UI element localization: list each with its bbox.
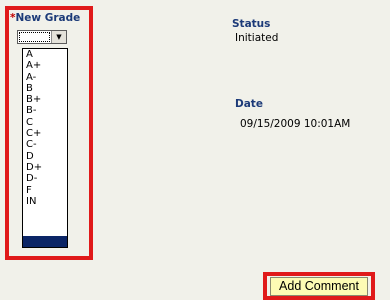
chevron-down-icon[interactable]: ▼ xyxy=(51,31,66,43)
dropdown-highlighted-option[interactable] xyxy=(23,236,67,247)
date-value: 09/15/2009 10:01AM xyxy=(240,118,351,130)
new-grade-select[interactable]: ▼ xyxy=(17,30,67,44)
grade-option[interactable]: A+ xyxy=(23,60,67,71)
grade-option[interactable]: B- xyxy=(23,105,67,116)
grade-option[interactable]: IN xyxy=(23,196,67,207)
add-comment-button[interactable]: Add Comment xyxy=(270,277,368,296)
grade-option[interactable]: F xyxy=(23,185,67,196)
new-grade-dropdown-list[interactable]: A A+ A- B B+ B- C C+ C- D D+ D- F IN xyxy=(22,48,68,248)
grade-option[interactable]: A xyxy=(23,49,67,60)
grade-option[interactable]: C xyxy=(23,117,67,128)
status-value: Initiated xyxy=(235,32,279,44)
new-grade-label: *New Grade xyxy=(10,12,80,24)
grade-option[interactable]: A- xyxy=(23,72,67,83)
grade-option[interactable]: D+ xyxy=(23,162,67,173)
status-label: Status xyxy=(232,18,271,30)
new-grade-current-value xyxy=(19,32,50,42)
grade-option[interactable]: C- xyxy=(23,139,67,150)
grade-option[interactable]: D- xyxy=(23,173,67,184)
date-label: Date xyxy=(235,98,263,110)
grade-option[interactable]: D xyxy=(23,151,67,162)
grade-option[interactable]: B+ xyxy=(23,94,67,105)
grade-option[interactable]: C+ xyxy=(23,128,67,139)
grade-option[interactable]: B xyxy=(23,83,67,94)
new-grade-label-text: New Grade xyxy=(15,12,81,24)
